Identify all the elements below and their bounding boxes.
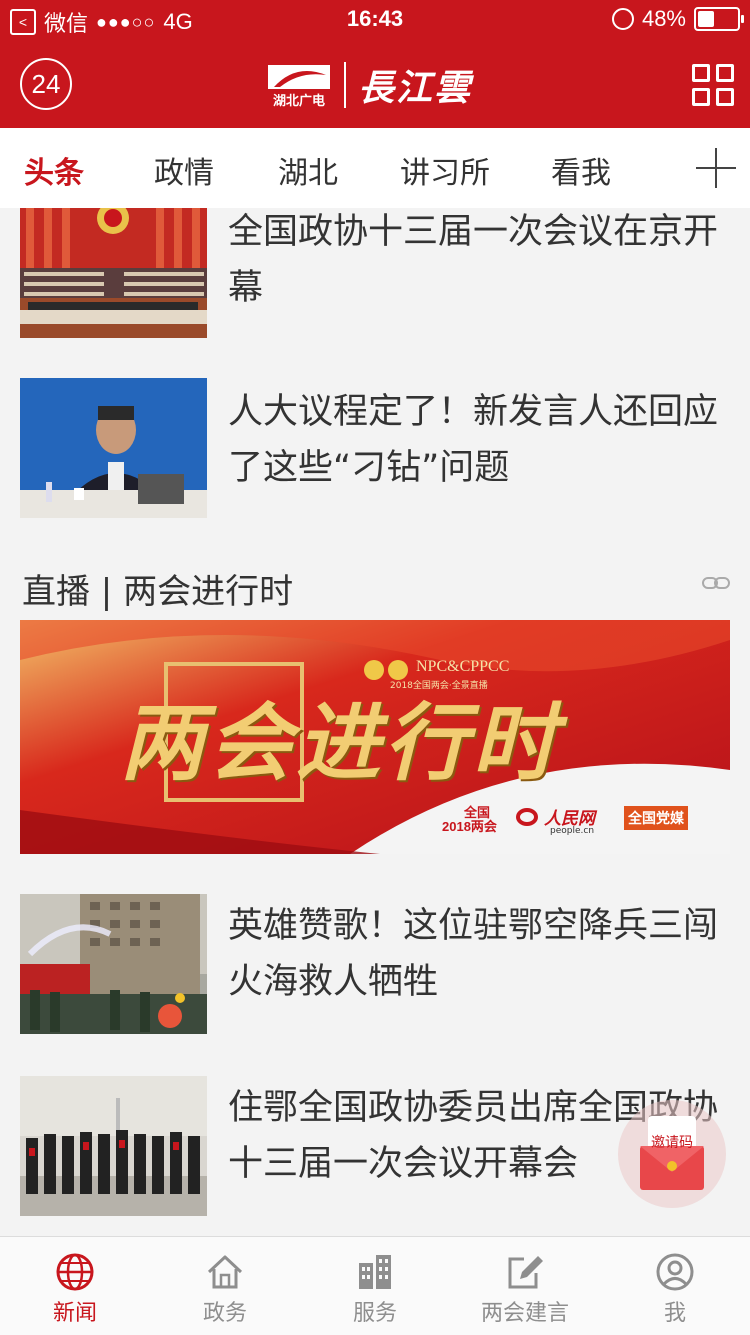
nav-government[interactable]: 政务: [150, 1237, 300, 1335]
people-cn-icon: [516, 808, 538, 826]
nav-me[interactable]: 我: [600, 1237, 750, 1335]
people-cn-sub: people.cn: [550, 826, 595, 836]
nav-news-label: 新闻: [52, 1301, 97, 1326]
grid-cell: [692, 88, 710, 106]
app-header: 24 湖北广电 長江雲: [0, 40, 750, 128]
news-item[interactable]: 全国政协十三届一次会议在京开幕: [0, 208, 750, 359]
nav-suggestions-label: 两会建言: [480, 1301, 569, 1326]
logo-2018-top: 全国: [464, 805, 491, 820]
banner-tag: NPC&CPPCC: [416, 658, 510, 675]
hubei-tv-logo-icon: 湖北广电: [266, 61, 332, 109]
live-section[interactable]: 直播 | 两会进行时 两会进行时 NPC&CPPCC 2018全国两会·全景直播…: [0, 538, 750, 873]
nav-services-label: 服务: [352, 1301, 397, 1326]
app-logo: 湖北广电 長江雲: [266, 60, 472, 110]
edit-icon: [508, 1256, 543, 1289]
envelope-icon: [640, 1116, 704, 1190]
news-title: 全国政协十三届一次会议在京开幕: [228, 212, 719, 308]
status-bar: < 微信 ●●●○○ 4G 16:43 48%: [0, 0, 750, 40]
tab-headlines[interactable]: 头条: [24, 148, 84, 192]
nav-suggestions[interactable]: 两会建言: [450, 1237, 600, 1335]
logo-party-media: 全国党媒: [624, 806, 688, 830]
news-thumbnail: [20, 1076, 207, 1216]
invite-code-label: 邀请码: [651, 1135, 693, 1151]
battery-icon: [694, 7, 744, 31]
news-thumbnail: [20, 208, 207, 338]
tab-politics[interactable]: 政情: [154, 148, 214, 192]
grid-cell: [716, 88, 734, 106]
logo-2018-year: 2018: [442, 819, 471, 834]
building-icon: [359, 1255, 391, 1289]
add-channel-icon[interactable]: [696, 148, 736, 188]
nav-me-label: 我: [663, 1301, 686, 1326]
link-icon[interactable]: [702, 576, 730, 590]
logo-2018-bottom: 两会: [470, 819, 497, 834]
tab-watch-me[interactable]: 看我: [551, 148, 611, 192]
nav-services[interactable]: 服务: [300, 1237, 450, 1335]
news-thumbnail: [20, 894, 207, 1034]
logo-subtitle: 湖北广电: [272, 94, 325, 109]
news-title: 人大议程定了！新发言人还回应了这些“刁钻”问题: [228, 392, 719, 488]
logo-divider: [344, 62, 346, 108]
24h-news-button[interactable]: 24: [20, 58, 72, 110]
news-title: 英雄赞歌！这位驻鄂空降兵三闯火海救人牺牲: [228, 906, 719, 1002]
nav-government-label: 政务: [202, 1301, 247, 1326]
tab-lecture[interactable]: 讲习所: [400, 148, 490, 192]
tab-hubei[interactable]: 湖北: [278, 148, 338, 192]
nav-news[interactable]: 新闻: [0, 1237, 150, 1335]
battery-percent: 48%: [641, 6, 686, 31]
live-section-title: 直播 | 两会进行时: [22, 572, 294, 612]
news-item[interactable]: 人大议程定了！新发言人还回应了这些“刁钻”问题: [0, 358, 750, 539]
profile-icon: [656, 1253, 694, 1291]
invite-code-button[interactable]: 邀请码: [618, 1100, 726, 1208]
status-right: 48%: [611, 6, 744, 32]
grid-cell: [716, 64, 734, 82]
banner-subtitle: 2018全国两会·全景直播: [390, 681, 488, 691]
logo-2018-lianghui: 全国 2018两会: [442, 806, 497, 834]
battery-level: [698, 11, 715, 27]
channel-tabs: 头条 政情 湖北 讲习所 看我: [0, 128, 750, 208]
news-feed[interactable]: 全国政协十三届一次会议在京开幕 人大议程定了！新发言人还回应了这些“刁钻”问题 …: [0, 208, 750, 1236]
news-thumbnail: [20, 378, 207, 518]
globe-icon: [56, 1253, 94, 1291]
home-icon: [207, 1255, 243, 1289]
bottom-navigation: 新闻 政务 服务 两会建言 我: [0, 1236, 750, 1335]
live-banner[interactable]: 两会进行时 NPC&CPPCC 2018全国两会·全景直播 全国 2018两会 …: [20, 620, 730, 854]
grid-menu-icon[interactable]: [692, 64, 734, 106]
rotation-lock-icon: [611, 8, 634, 30]
logo-title: 長江雲: [358, 67, 473, 109]
banner-headline: 两会进行时: [120, 693, 561, 792]
tab-fade: [632, 128, 682, 208]
grid-cell: [692, 64, 710, 82]
news-item[interactable]: 英雄赞歌！这位驻鄂空降兵三闯火海救人牺牲: [0, 872, 750, 1055]
